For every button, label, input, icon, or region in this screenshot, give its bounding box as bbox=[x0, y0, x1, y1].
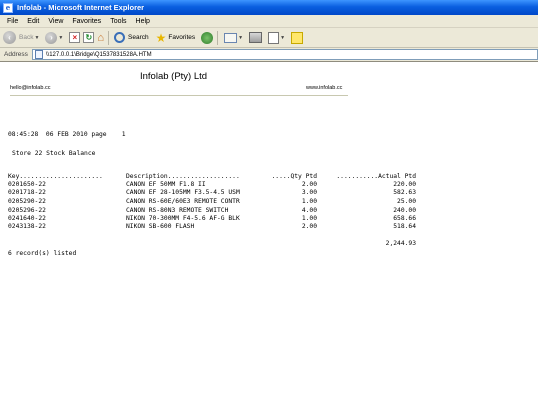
media-button[interactable] bbox=[201, 30, 214, 46]
back-arrow-icon: ‹ bbox=[3, 31, 16, 44]
printer-icon bbox=[249, 32, 263, 43]
edit-dropdown-icon[interactable]: ▼ bbox=[280, 35, 285, 41]
favorites-label: Favorites bbox=[168, 34, 196, 41]
edit-button[interactable]: ▼ bbox=[268, 30, 285, 46]
mail-button[interactable]: ▼ bbox=[224, 30, 243, 46]
page-content: Infolab (Pty) Ltd hello@infolab.cc www.i… bbox=[0, 62, 538, 402]
edit-page-icon bbox=[268, 31, 280, 44]
row-qty: 2.00 bbox=[301, 223, 317, 230]
company-website: www.infolab.cc bbox=[306, 85, 343, 91]
mail-dropdown-icon[interactable]: ▼ bbox=[238, 35, 243, 41]
mail-icon bbox=[224, 32, 238, 43]
home-button[interactable]: ⌂ bbox=[97, 30, 104, 46]
row-qty: 3.00 bbox=[301, 189, 317, 196]
menu-view[interactable]: View bbox=[48, 18, 63, 25]
row-description: CANON RS-80N3 REMOTE SWITCH bbox=[126, 207, 229, 214]
row-key: 0201650-22 bbox=[8, 181, 46, 188]
toolbar: ‹ Back ▼ › ▼ × ↻ ⌂ Search ★ Favorites ▼ … bbox=[0, 28, 538, 48]
menu-file[interactable]: File bbox=[7, 18, 18, 25]
row-actual: 240.00 bbox=[393, 207, 416, 214]
note-icon bbox=[291, 31, 304, 44]
search-button[interactable]: Search bbox=[114, 30, 149, 46]
back-dropdown-icon[interactable]: ▼ bbox=[34, 35, 39, 41]
stop-button[interactable]: × bbox=[69, 30, 81, 46]
row-key: 0205296-22 bbox=[8, 207, 46, 214]
row-actual: 582.63 bbox=[393, 189, 416, 196]
row-description: NIKON SB-600 FLASH bbox=[126, 223, 195, 230]
page-icon bbox=[34, 50, 43, 59]
favorites-star-icon: ★ bbox=[155, 30, 167, 45]
company-email: hello@infolab.cc bbox=[10, 85, 51, 91]
menu-bar: File Edit View Favorites Tools Help bbox=[0, 15, 538, 28]
favorites-button[interactable]: ★ Favorites bbox=[156, 30, 196, 46]
row-key: 0241640-22 bbox=[8, 215, 46, 222]
report-datetime: 08:45:28 06 FEB 2010 page 1 bbox=[8, 131, 126, 138]
row-actual: 518.64 bbox=[393, 223, 416, 230]
print-button[interactable] bbox=[249, 30, 263, 46]
row-description: CANON EF 50MM F1.8 II bbox=[126, 181, 206, 188]
media-icon bbox=[201, 31, 214, 44]
address-label: Address bbox=[4, 51, 28, 58]
column-header-description: Description................... bbox=[126, 173, 240, 180]
column-header-qty: .....Qty Ptd bbox=[271, 173, 318, 180]
row-key: 0243138-22 bbox=[8, 223, 46, 230]
address-bar: Address \\127.0.0.1\Bridge\Q1537831528A.… bbox=[0, 48, 538, 62]
forward-arrow-icon: › bbox=[45, 31, 58, 44]
row-qty: 1.00 bbox=[301, 198, 317, 205]
search-label: Search bbox=[128, 34, 149, 41]
address-url[interactable]: \\127.0.0.1\Bridge\Q1537831528A.HTM bbox=[46, 52, 152, 58]
menu-help[interactable]: Help bbox=[136, 18, 150, 25]
row-actual: 220.00 bbox=[393, 181, 416, 188]
back-button[interactable]: ‹ Back ▼ bbox=[3, 30, 39, 46]
menu-favorites[interactable]: Favorites bbox=[72, 18, 101, 25]
column-header-key: Key...................... bbox=[8, 173, 103, 180]
row-description: NIKON 70-300MM F4-5.6 AF-G BLK bbox=[126, 215, 240, 222]
back-label: Back bbox=[19, 34, 34, 41]
row-description: CANON EF 28-105MM F3.5-4.5 USM bbox=[126, 189, 240, 196]
home-icon: ⌂ bbox=[97, 31, 105, 44]
row-qty: 2.00 bbox=[301, 181, 317, 188]
messenger-button[interactable] bbox=[291, 30, 304, 46]
column-header-actual: ...........Actual Ptd bbox=[336, 173, 416, 180]
row-key: 0201718-22 bbox=[8, 189, 46, 196]
row-qty: 4.00 bbox=[301, 207, 317, 214]
row-key: 0205290-22 bbox=[8, 198, 46, 205]
row-description: CANON RS-60E/60E3 REMOTE CONTR bbox=[126, 198, 240, 205]
header-divider bbox=[10, 95, 348, 96]
title-bar: e Infolab - Microsoft Internet Explorer bbox=[0, 0, 538, 15]
menu-tools[interactable]: Tools bbox=[110, 18, 126, 25]
refresh-button[interactable]: ↻ bbox=[83, 30, 95, 46]
ie-logo-icon: e bbox=[3, 2, 13, 13]
search-icon bbox=[114, 32, 126, 43]
record-count: 6 record(s) listed bbox=[8, 250, 77, 257]
toolbar-separator bbox=[217, 30, 219, 45]
menu-edit[interactable]: Edit bbox=[27, 18, 39, 25]
forward-dropdown-icon[interactable]: ▼ bbox=[58, 35, 63, 41]
forward-button[interactable]: › ▼ bbox=[45, 30, 63, 46]
refresh-icon: ↻ bbox=[83, 32, 95, 43]
row-actual: 25.00 bbox=[397, 198, 416, 205]
row-qty: 1.00 bbox=[301, 215, 317, 222]
company-name: Infolab (Pty) Ltd bbox=[140, 71, 208, 82]
stop-icon: × bbox=[69, 32, 81, 43]
report-title: Store 22 Stock Balance bbox=[12, 150, 96, 157]
window-title: Infolab - Microsoft Internet Explorer bbox=[17, 3, 145, 12]
toolbar-separator bbox=[108, 30, 110, 45]
row-actual: 658.66 bbox=[393, 215, 416, 222]
report-total: 2,244.93 bbox=[385, 240, 416, 247]
address-input[interactable]: \\127.0.0.1\Bridge\Q1537831528A.HTM bbox=[31, 49, 538, 60]
